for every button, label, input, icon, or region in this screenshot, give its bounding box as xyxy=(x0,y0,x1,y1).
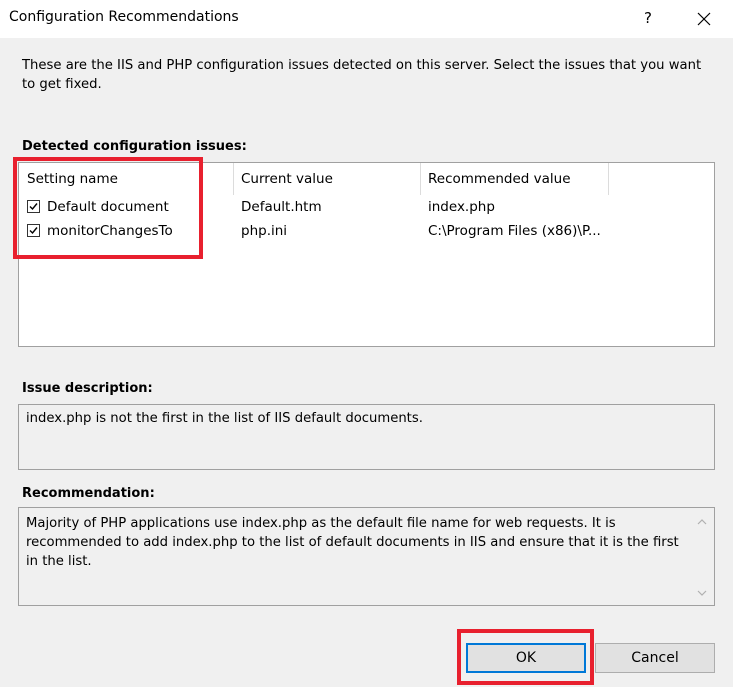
chevron-down-icon[interactable] xyxy=(696,587,708,599)
current-value-cell: php.ini xyxy=(241,223,288,239)
recommended-value-cell: C:\Program Files (x86)\P... xyxy=(428,223,601,239)
recommendation-box: Majority of PHP applications use index.p… xyxy=(18,507,715,606)
highlight-box-ok-button xyxy=(457,629,594,685)
cancel-button[interactable]: Cancel xyxy=(595,643,715,673)
scrollbar[interactable] xyxy=(690,508,714,605)
help-button[interactable]: ? xyxy=(636,6,660,30)
recommendation-text: Majority of PHP applications use index.p… xyxy=(26,516,679,569)
column-header-recommended-value[interactable]: Recommended value xyxy=(420,163,608,195)
description-label: Issue description: xyxy=(22,381,153,396)
description-text: index.php is not the first in the list o… xyxy=(18,404,715,470)
dialog-title: Configuration Recommendations xyxy=(9,9,239,25)
intro-text: These are the IIS and PHP configuration … xyxy=(22,58,702,92)
recommendation-label: Recommendation: xyxy=(22,486,155,501)
title-bar: Configuration Recommendations ? xyxy=(0,0,733,38)
current-value-cell: Default.htm xyxy=(241,199,322,215)
recommended-value-cell: index.php xyxy=(428,199,495,215)
close-icon xyxy=(697,12,711,26)
column-separator[interactable] xyxy=(608,163,609,195)
chevron-up-icon[interactable] xyxy=(696,516,708,528)
column-header-current-value[interactable]: Current value xyxy=(233,163,420,195)
help-icon: ? xyxy=(644,9,652,27)
issues-label: Detected configuration issues: xyxy=(22,139,247,154)
close-button[interactable] xyxy=(693,8,715,30)
highlight-box-setting-names xyxy=(13,157,203,259)
